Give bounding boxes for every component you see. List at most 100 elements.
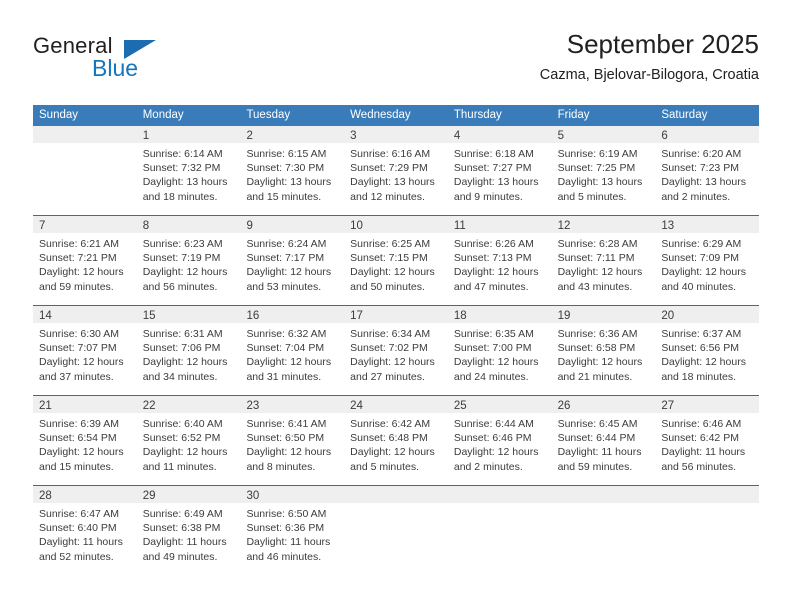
day-number-band: 29 (136, 486, 241, 503)
daylight-text-line1: Daylight: 12 hours (350, 446, 435, 459)
day-cell[interactable]: 16 Sunrise: 6:32 AM Sunset: 7:04 PM Dayl… (240, 306, 345, 395)
day-cell[interactable] (655, 486, 760, 575)
day-cell[interactable]: 1 Sunrise: 6:14 AM Sunset: 7:32 PM Dayli… (136, 126, 241, 215)
day-number-band: 26 (551, 396, 656, 413)
day-number-band: 10 (344, 216, 448, 233)
day-cell[interactable] (551, 486, 656, 575)
day-cell[interactable]: 22 Sunrise: 6:40 AM Sunset: 6:52 PM Dayl… (136, 396, 241, 485)
day-number-band: 20 (655, 306, 760, 323)
day-number-band: 8 (136, 216, 241, 233)
sunrise-text: Sunrise: 6:46 AM (661, 418, 742, 430)
sunset-text: Sunset: 7:17 PM (246, 252, 325, 265)
daylight-text-line1: Daylight: 12 hours (142, 446, 228, 459)
daylight-text-line2: and 8 minutes. (246, 460, 316, 473)
day-cell[interactable]: 29 Sunrise: 6:49 AM Sunset: 6:38 PM Dayl… (136, 486, 241, 575)
day-number: 8 (142, 220, 150, 232)
daylight-text-line2: and 40 minutes. (661, 280, 737, 293)
day-cell[interactable]: 21 Sunrise: 6:39 AM Sunset: 6:54 PM Dayl… (33, 396, 137, 485)
sunrise-text: Sunrise: 6:31 AM (142, 328, 223, 340)
sunrise-text: Sunrise: 6:35 AM (453, 328, 534, 340)
day-cell[interactable]: 19 Sunrise: 6:36 AM Sunset: 6:58 PM Dayl… (551, 306, 656, 395)
day-cell[interactable]: 11 Sunrise: 6:26 AM Sunset: 7:13 PM Dayl… (447, 216, 552, 305)
day-number: 20 (661, 310, 675, 322)
day-cell[interactable]: 28 Sunrise: 6:47 AM Sunset: 6:40 PM Dayl… (33, 486, 137, 575)
day-number: 29 (142, 490, 156, 502)
daylight-text-line2: and 2 minutes. (661, 190, 731, 203)
day-number: 17 (350, 310, 363, 322)
sunset-text: Sunset: 7:06 PM (142, 342, 221, 355)
title-block: September 2025 Cazma, Bjelovar-Bilogora,… (540, 28, 759, 84)
day-details: Sunrise: 6:35 AM Sunset: 7:00 PM Dayligh… (448, 323, 552, 384)
day-details: Sunrise: 6:44 AM Sunset: 6:46 PM Dayligh… (448, 413, 552, 474)
day-cell[interactable]: 12 Sunrise: 6:28 AM Sunset: 7:11 PM Dayl… (551, 216, 656, 305)
daylight-text-line2: and 5 minutes. (557, 190, 627, 203)
day-cell[interactable]: 4 Sunrise: 6:18 AM Sunset: 7:27 PM Dayli… (447, 126, 552, 215)
day-number-band: 13 (655, 216, 760, 233)
day-number-band: 19 (551, 306, 656, 323)
day-number: 26 (557, 400, 571, 412)
sunset-text: Sunset: 6:40 PM (39, 522, 117, 535)
sunset-text: Sunset: 6:50 PM (246, 432, 325, 445)
day-number-band: 30 (240, 486, 345, 503)
day-cell[interactable]: 17 Sunrise: 6:34 AM Sunset: 7:02 PM Dayl… (344, 306, 448, 395)
day-cell[interactable]: 13 Sunrise: 6:29 AM Sunset: 7:09 PM Dayl… (655, 216, 760, 305)
daylight-text-line1: Daylight: 12 hours (557, 266, 643, 279)
sunrise-text: Sunrise: 6:25 AM (350, 238, 431, 250)
day-number: 7 (39, 220, 46, 232)
page-subtitle: Cazma, Bjelovar-Bilogora, Croatia (539, 67, 759, 83)
sunset-text: Sunset: 6:54 PM (39, 432, 117, 445)
day-cell[interactable]: 6 Sunrise: 6:20 AM Sunset: 7:23 PM Dayli… (655, 126, 760, 215)
day-cell[interactable]: 8 Sunrise: 6:23 AM Sunset: 7:19 PM Dayli… (136, 216, 241, 305)
day-number-band: 7 (33, 216, 137, 233)
calendar-page: General Blue September 2025 Cazma, Bjelo… (0, 0, 792, 612)
day-cell[interactable]: 30 Sunrise: 6:50 AM Sunset: 6:36 PM Dayl… (240, 486, 345, 575)
daylight-text-line2: and 59 minutes. (557, 460, 633, 473)
sunset-text: Sunset: 7:23 PM (661, 162, 739, 175)
day-details: Sunrise: 6:45 AM Sunset: 6:44 PM Dayligh… (552, 413, 656, 474)
daylight-text-line1: Daylight: 13 hours (142, 176, 228, 189)
daylight-text-line1: Daylight: 12 hours (661, 266, 746, 279)
day-number: 25 (453, 400, 467, 412)
daylight-text-line1: Daylight: 12 hours (246, 446, 332, 459)
day-cell[interactable]: 26 Sunrise: 6:45 AM Sunset: 6:44 PM Dayl… (551, 396, 656, 485)
day-cell[interactable]: 5 Sunrise: 6:19 AM Sunset: 7:25 PM Dayli… (551, 126, 656, 215)
day-cell[interactable]: 24 Sunrise: 6:42 AM Sunset: 6:48 PM Dayl… (344, 396, 448, 485)
daylight-text-line2: and 52 minutes. (39, 550, 114, 563)
sunrise-text: Sunrise: 6:49 AM (142, 508, 223, 520)
day-details: Sunrise: 6:37 AM Sunset: 6:56 PM Dayligh… (655, 323, 759, 384)
day-number-band: 18 (447, 306, 552, 323)
sunrise-text: Sunrise: 6:32 AM (246, 328, 327, 340)
day-cell[interactable]: 27 Sunrise: 6:46 AM Sunset: 6:42 PM Dayl… (655, 396, 760, 485)
day-cell[interactable]: 10 Sunrise: 6:25 AM Sunset: 7:15 PM Dayl… (344, 216, 448, 305)
day-cell[interactable]: 7 Sunrise: 6:21 AM Sunset: 7:21 PM Dayli… (33, 216, 137, 305)
day-cell[interactable]: 14 Sunrise: 6:30 AM Sunset: 7:07 PM Dayl… (33, 306, 137, 395)
day-cell[interactable] (33, 126, 137, 215)
sunset-text: Sunset: 7:15 PM (350, 252, 428, 265)
day-cell[interactable]: 3 Sunrise: 6:16 AM Sunset: 7:29 PM Dayli… (344, 126, 448, 215)
daylight-text-line2: and 37 minutes. (39, 370, 114, 383)
day-cell[interactable]: 20 Sunrise: 6:37 AM Sunset: 6:56 PM Dayl… (655, 306, 760, 395)
day-cell[interactable] (447, 486, 552, 575)
day-cell[interactable]: 2 Sunrise: 6:15 AM Sunset: 7:30 PM Dayli… (240, 126, 345, 215)
sunrise-text: Sunrise: 6:24 AM (246, 238, 327, 250)
day-cell[interactable]: 18 Sunrise: 6:35 AM Sunset: 7:00 PM Dayl… (447, 306, 552, 395)
day-number-band: 25 (447, 396, 552, 413)
day-cell[interactable]: 23 Sunrise: 6:41 AM Sunset: 6:50 PM Dayl… (240, 396, 345, 485)
sunrise-text: Sunrise: 6:26 AM (453, 238, 534, 250)
day-cell[interactable]: 15 Sunrise: 6:31 AM Sunset: 7:06 PM Dayl… (136, 306, 241, 395)
sunrise-text: Sunrise: 6:36 AM (557, 328, 638, 340)
weekday-header-row: Sunday Monday Tuesday Wednesday Thursday… (33, 105, 759, 126)
day-cell[interactable]: 9 Sunrise: 6:24 AM Sunset: 7:17 PM Dayli… (240, 216, 345, 305)
day-cell[interactable] (344, 486, 448, 575)
day-number-band: 17 (344, 306, 448, 323)
day-details: Sunrise: 6:42 AM Sunset: 6:48 PM Dayligh… (344, 413, 448, 474)
day-number: 27 (661, 400, 675, 412)
week-row: 28 Sunrise: 6:47 AM Sunset: 6:40 PM Dayl… (33, 485, 760, 575)
sunrise-text: Sunrise: 6:40 AM (142, 418, 223, 430)
daylight-text-line1: Daylight: 13 hours (453, 176, 539, 189)
day-number-band: 27 (655, 396, 760, 413)
day-cell[interactable]: 25 Sunrise: 6:44 AM Sunset: 6:46 PM Dayl… (447, 396, 552, 485)
sunset-text: Sunset: 7:02 PM (350, 342, 428, 355)
sunrise-text: Sunrise: 6:44 AM (453, 418, 534, 430)
day-number: 4 (453, 130, 461, 142)
